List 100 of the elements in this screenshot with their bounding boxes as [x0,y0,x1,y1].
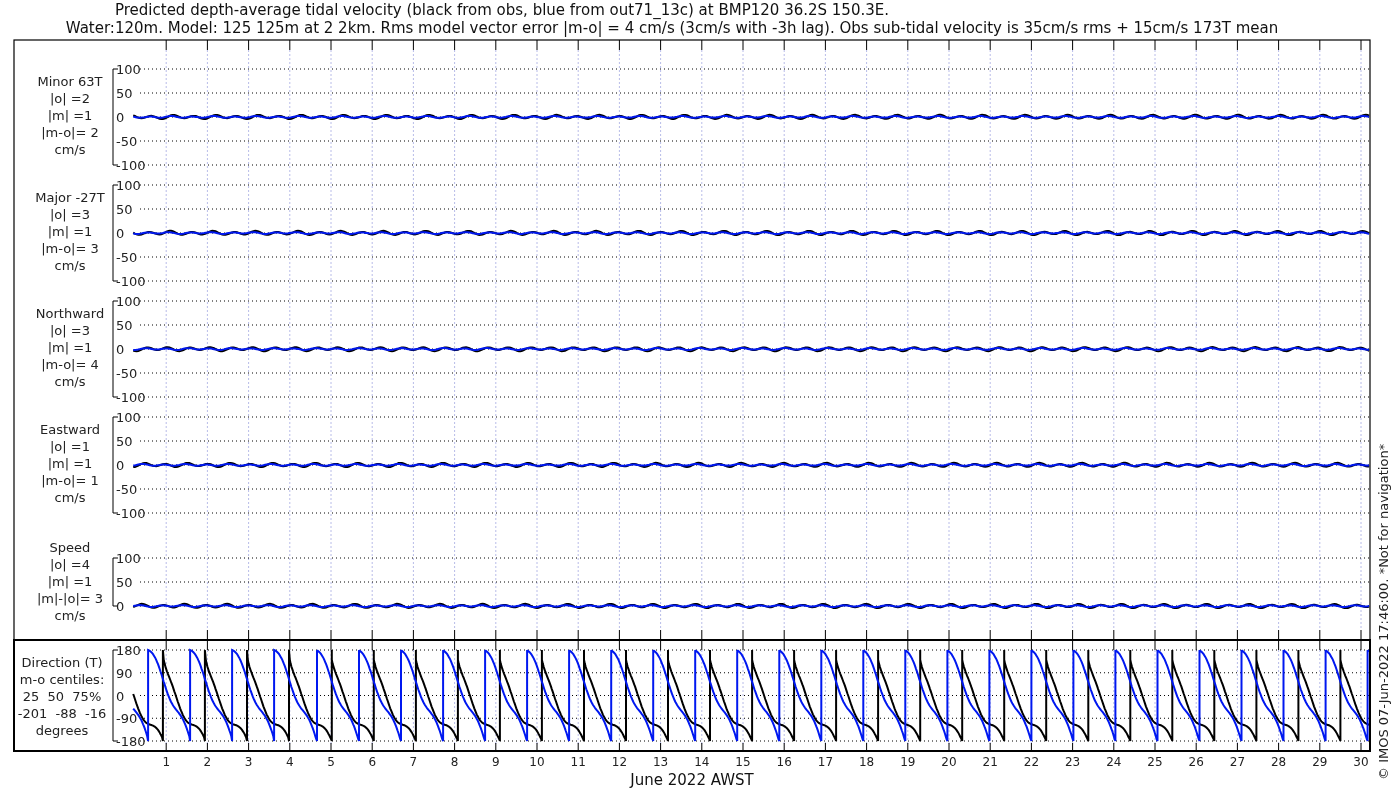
x-tick-label: 20 [941,755,957,769]
tick-mark [577,742,579,752]
tick-mark [1278,742,1280,752]
tick-mark [1319,742,1321,752]
x-tick-label: 10 [529,755,545,769]
x-tick-label: 4 [286,755,294,769]
x-tick-label: 25 [1147,755,1163,769]
panel-label: |o| =3 [50,207,90,222]
y-tick-label: -50 [116,250,138,265]
tick-mark [330,742,332,752]
panel-label: Speed [49,540,91,555]
panel-label: |m-o|= 1 [41,473,99,488]
panel-label: |m| =1 [47,574,93,589]
tick-mark [989,39,991,51]
y-tick-label: 0 [116,342,125,357]
panel-label: degrees [35,723,89,738]
y-tick-label: 50 [116,575,133,590]
panel-label: cm/s [54,258,86,273]
x-tick-label: 19 [900,755,916,769]
x-tick-label: 5 [327,755,335,769]
tick-mark [1236,39,1238,51]
y-tick-label: 50 [116,86,133,101]
x-tick-label: 9 [492,755,500,769]
tick-mark [1030,39,1032,51]
panel-label: Direction (T) [21,655,103,670]
y-tick-label: -90 [116,711,138,727]
y-tick-label: -100 [116,158,146,173]
tick-mark [989,742,991,752]
panel-label: m-o centiles: [19,672,105,687]
y-tick-label: -50 [116,134,138,149]
x-tick-label: 8 [450,755,459,769]
tick-mark [866,39,868,51]
panel-label: |m| =1 [47,224,93,239]
panel-label: 25 50 75% [22,689,102,704]
tick-mark [330,39,332,51]
tick-mark [1154,39,1156,51]
x-tick-label: 15 [735,755,751,769]
tick-mark [206,39,208,51]
tick-mark [866,742,868,752]
panel-label: |m| =1 [47,340,93,355]
panel-label: Minor 63T [37,74,103,89]
y-tick-label: 50 [116,202,133,217]
tick-mark [495,742,497,752]
x-tick-label: 30 [1353,755,1369,769]
tick-mark [1072,39,1074,51]
panel-label: |m-o|= 4 [41,357,99,372]
tick-mark [907,742,909,752]
panel-label: |m| =1 [47,108,93,123]
panel-label: |m-o|= 2 [41,125,99,140]
x-tick-label: 6 [368,755,376,769]
y-tick-label: 0 [116,688,125,704]
panel-label: cm/s [54,490,86,505]
panel-label: |m-o|= 3 [41,241,99,256]
x-tick-label: 21 [982,755,998,769]
tick-mark [165,742,167,752]
y-tick-label: 100 [116,551,141,566]
x-tick-label: 17 [817,755,834,769]
chart-title: Predicted depth-average tidal velocity (black from obs, blue from out71_13c) at BMP120 36.2S 150.3E. [115,1,889,19]
x-tick-label: 26 [1188,755,1204,769]
y-tick-label: -180 [116,734,146,749]
y-tick-label: 0 [116,458,125,473]
tick-mark [742,742,744,752]
tick-mark [371,39,373,51]
tick-mark [454,742,456,752]
tick-mark [289,742,291,752]
y-tick-label: 0 [116,110,125,125]
tick-mark [701,742,703,752]
y-tick-label: 50 [116,318,133,333]
tick-mark [1030,742,1032,752]
panel-label: |o| =2 [50,91,90,106]
tick-mark [948,629,950,651]
panel-label: Northward [35,306,105,321]
panel-label: |o| =3 [50,323,90,338]
y-tick-label: 50 [116,434,133,449]
y-tick-label: 100 [116,62,141,77]
tick-mark [536,39,538,51]
x-tick-label: 22 [1023,755,1040,769]
x-tick-label: 27 [1229,755,1246,769]
x-tick-label: 13 [652,755,669,769]
tick-mark [165,39,167,51]
panel-label: Eastward [40,422,100,437]
panel-label: |o| =4 [50,557,90,572]
x-tick-label: 7 [409,755,418,769]
tick-mark [289,39,291,51]
tick-mark [412,742,414,752]
x-tick-label: 29 [1312,755,1328,769]
x-axis-label: June 2022 AWST [630,771,754,789]
x-tick-label: 18 [858,755,875,769]
tick-mark [1278,39,1280,51]
tick-mark [783,39,785,51]
y-tick-label: 0 [116,226,125,241]
x-tick-label: 1 [162,755,170,769]
panel-label: -201 -88 -16 [17,706,107,721]
tick-mark [1072,629,1074,651]
y-tick-label: 100 [116,294,141,309]
tick-mark [1360,39,1362,51]
y-axis [112,557,119,607]
tick-mark [907,39,909,51]
x-tick-label: 24 [1106,755,1122,769]
tick-mark [1195,39,1197,51]
